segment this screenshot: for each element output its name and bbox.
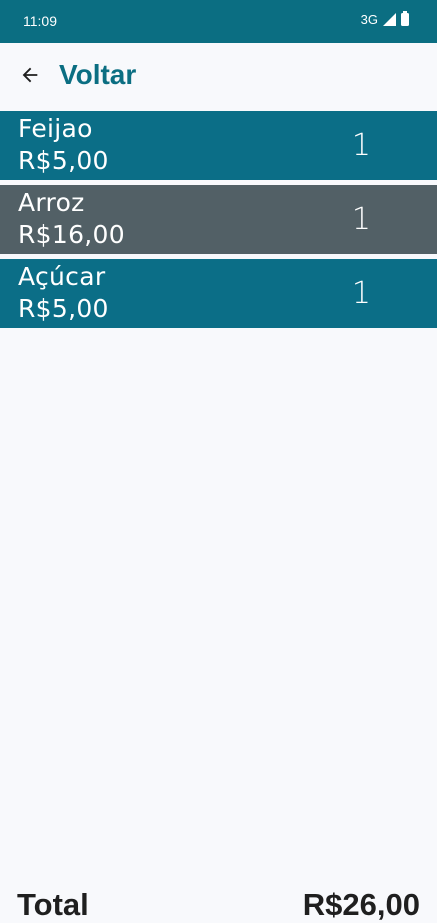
signal-icon xyxy=(383,13,396,26)
back-button[interactable] xyxy=(12,57,48,93)
cart-item[interactable]: Feijao R$5,00 1 xyxy=(0,111,437,180)
app-bar: Voltar xyxy=(0,43,437,111)
total-label: Total xyxy=(17,887,89,922)
item-quantity: 1 xyxy=(351,276,371,311)
item-name: Arroz xyxy=(18,188,85,217)
cart-item[interactable]: Arroz R$16,00 1 xyxy=(0,185,437,254)
item-name: Açúcar xyxy=(18,262,106,291)
battery-icon xyxy=(401,11,409,26)
total-footer: Total R$26,00 xyxy=(0,880,437,923)
item-price: R$16,00 xyxy=(18,220,125,249)
status-bar: 11:09 3G xyxy=(0,0,437,43)
item-name: Feijao xyxy=(18,114,93,143)
item-price: R$5,00 xyxy=(18,146,109,175)
status-icons: 3G xyxy=(360,11,409,27)
item-quantity: 1 xyxy=(351,202,371,237)
cart-list: Feijao R$5,00 1 Arroz R$16,00 1 Açúcar R… xyxy=(0,111,437,333)
item-price: R$5,00 xyxy=(18,294,109,323)
cart-item[interactable]: Açúcar R$5,00 1 xyxy=(0,259,437,328)
page-title[interactable]: Voltar xyxy=(59,59,136,91)
total-value: R$26,00 xyxy=(302,887,420,922)
item-quantity: 1 xyxy=(351,128,371,163)
status-time: 11:09 xyxy=(23,13,57,29)
arrow-back-icon xyxy=(22,67,38,83)
network-type: 3G xyxy=(360,12,378,27)
